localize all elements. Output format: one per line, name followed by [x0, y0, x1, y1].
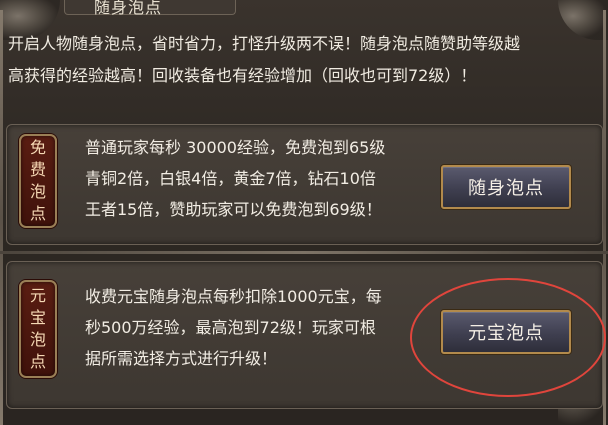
section-divider [0, 251, 608, 254]
badge-char: 点 [29, 352, 46, 371]
free-idle-badge: 免 费 泡 点 [19, 134, 57, 228]
description-line: 王者15倍，赞助玩家可以免费泡到69级！ [85, 200, 382, 219]
left-border [0, 10, 3, 425]
badge-char: 泡 [29, 330, 46, 349]
badge-char: 元 [29, 286, 46, 305]
window-title: 随身泡点 [94, 0, 163, 17]
badge-char: 点 [29, 204, 46, 223]
intro-text: 开启人物随身泡点，省时省力，打怪升级两不误！随身泡点随赞助等级越 高获得的经验越… [8, 28, 598, 92]
intro-line: 高获得的经验越高！回收装备也有经验增加（回收也可到72级）！ [8, 66, 477, 85]
description-line: 普通玩家每秒 30000经验，免费泡到65级 [85, 138, 386, 157]
description-line: 收费元宝随身泡点每秒扣除1000元宝，每 [85, 287, 382, 306]
badge-char: 泡 [29, 182, 46, 201]
description-line: 秒500万经验，最高泡到72级！玩家可根 [85, 318, 376, 337]
description-line: 青铜2倍，白银4倍，黄金7倍，钻石10倍 [85, 169, 376, 188]
intro-line: 开启人物随身泡点，省时省力，打怪升级两不误！随身泡点随赞助等级越 [8, 34, 521, 53]
badge-char: 宝 [29, 308, 46, 327]
free-idle-button[interactable]: 随身泡点 [441, 165, 571, 209]
highlight-circle [410, 278, 606, 397]
badge-char: 免 [29, 138, 46, 157]
description-line: 据所需选择方式进行升级！ [85, 349, 278, 368]
badge-char: 费 [29, 160, 46, 179]
right-border [603, 10, 606, 425]
ingot-idle-badge: 元 宝 泡 点 [19, 280, 57, 378]
free-idle-description: 普通玩家每秒 30000经验，免费泡到65级 青铜2倍，白银4倍，黄金7倍，钻石… [85, 132, 385, 225]
ingot-idle-description: 收费元宝随身泡点每秒扣除1000元宝，每 秒500万经验，最高泡到72级！玩家可… [85, 281, 382, 374]
